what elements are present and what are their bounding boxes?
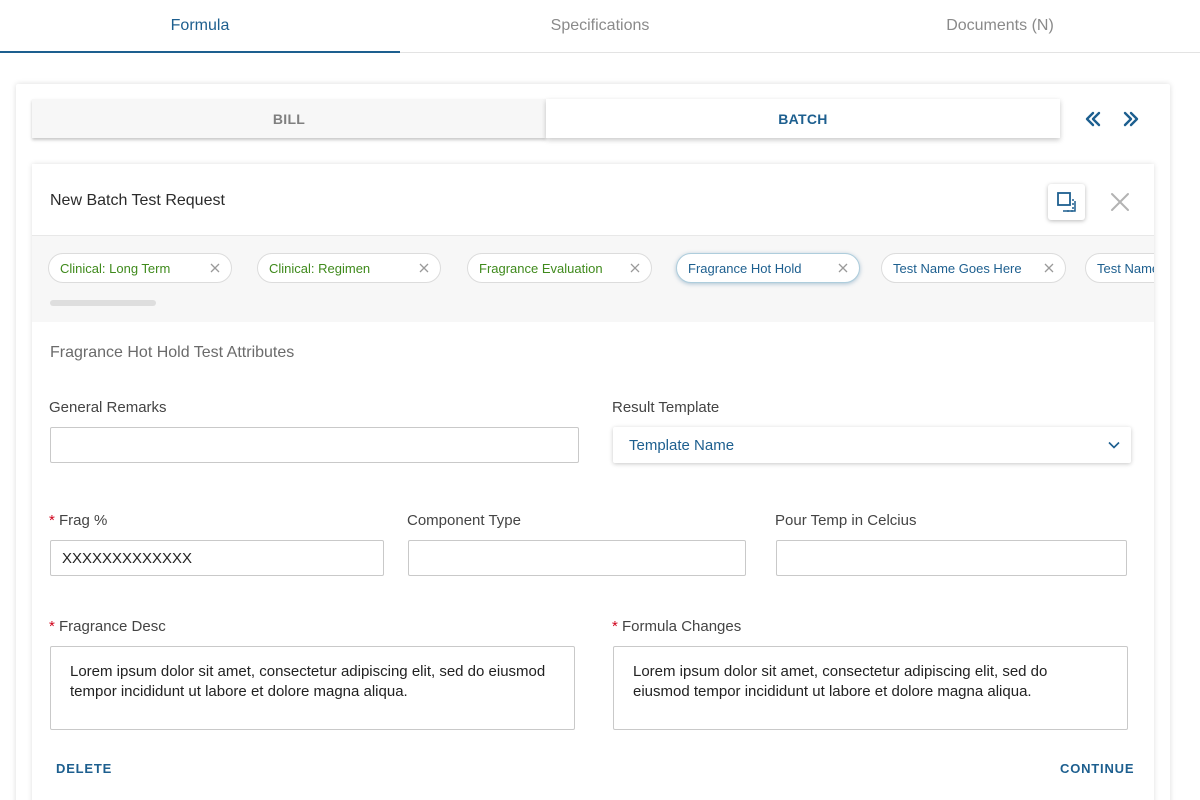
close-icon — [1111, 193, 1129, 211]
chevron-down-icon — [1108, 441, 1120, 449]
tab-bill[interactable]: BILL — [32, 99, 546, 138]
chip-remove-icon[interactable] — [629, 262, 641, 274]
chip-remove-icon[interactable] — [837, 262, 849, 274]
chip-clinical-long-term[interactable]: Clinical: Long Term — [48, 253, 232, 283]
pour-temp-label: Pour Temp in Celcius — [775, 512, 917, 529]
chip-test-name[interactable]: Test Name Goes Here — [1085, 253, 1154, 283]
double-chevron-right-icon[interactable] — [1118, 106, 1144, 132]
fragrance-desc-label: * Fragrance Desc — [49, 618, 166, 635]
tab-documents[interactable]: Documents (N) — [800, 0, 1200, 52]
required-marker: * — [49, 618, 55, 635]
fragrance-desc-label-text: Fragrance Desc — [59, 618, 166, 635]
chip-scrollbar[interactable] — [50, 300, 156, 306]
chip-fragrance-hot-hold[interactable]: Fragrance Hot Hold — [676, 253, 860, 283]
main-card: BILL BATCH New Batch Test Request Clinic… — [16, 84, 1170, 800]
chip-label: Test Name Goes Here — [893, 260, 1022, 276]
tab-formula[interactable]: Formula — [0, 0, 400, 53]
pour-temp-input[interactable] — [776, 540, 1127, 576]
general-remarks-label: General Remarks — [49, 399, 167, 416]
chip-remove-icon[interactable] — [418, 262, 430, 274]
frag-percent-input[interactable] — [50, 540, 384, 576]
frag-percent-label-text: Frag % — [59, 512, 108, 529]
top-tab-bar: Formula Specifications Documents (N) — [0, 0, 1200, 53]
tab-specifications[interactable]: Specifications — [400, 0, 800, 52]
panel-header: New Batch Test Request — [32, 164, 1154, 236]
formula-changes-label: * Formula Changes — [612, 618, 741, 635]
chip-label: Fragrance Evaluation — [479, 260, 603, 276]
required-marker: * — [49, 512, 55, 529]
chip-test-name[interactable]: Test Name Goes Here — [881, 253, 1066, 283]
section-title: Fragrance Hot Hold Test Attributes — [50, 344, 295, 361]
formula-changes-label-text: Formula Changes — [622, 618, 742, 635]
general-remarks-input[interactable] — [50, 427, 579, 463]
required-marker: * — [612, 618, 618, 635]
result-template-label: Result Template — [612, 399, 720, 416]
batch-test-request-panel: New Batch Test Request Clinical: Long Te… — [32, 164, 1154, 800]
chip-label: Clinical: Long Term — [60, 260, 171, 276]
chip-label: Test Name Goes Here — [1097, 260, 1154, 276]
chip-label: Fragrance Hot Hold — [688, 260, 802, 276]
component-type-input[interactable] — [408, 540, 746, 576]
close-button[interactable] — [1108, 190, 1132, 214]
chip-fragrance-evaluation[interactable]: Fragrance Evaluation — [467, 253, 652, 283]
chip-clinical-regimen[interactable]: Clinical: Regimen — [257, 253, 441, 283]
frag-percent-label: * Frag % — [49, 512, 107, 529]
tab-batch[interactable]: BATCH — [546, 99, 1060, 138]
chip-remove-icon[interactable] — [209, 262, 221, 274]
panel-title: New Batch Test Request — [50, 192, 225, 209]
chip-label: Clinical: Regimen — [269, 260, 371, 276]
expand-icon — [1056, 192, 1076, 212]
formula-changes-textarea[interactable]: Lorem ipsum dolor sit amet, consectetur … — [613, 646, 1128, 730]
chip-remove-icon[interactable] — [1043, 262, 1055, 274]
expand-button[interactable] — [1048, 184, 1085, 220]
bill-batch-toggle: BILL BATCH — [32, 99, 1060, 138]
double-chevron-left-icon[interactable] — [1080, 106, 1106, 132]
component-type-label: Component Type — [407, 512, 521, 529]
delete-button[interactable]: DELETE — [56, 761, 112, 776]
test-chip-list[interactable]: Clinical: Long Term Clinical: Regimen Fr… — [32, 236, 1154, 322]
result-template-select[interactable]: Template Name — [613, 427, 1131, 463]
continue-button[interactable]: CONTINUE — [1060, 761, 1134, 776]
result-template-value: Template Name — [629, 436, 735, 454]
fragrance-desc-textarea[interactable]: Lorem ipsum dolor sit amet, consectetur … — [50, 646, 575, 730]
